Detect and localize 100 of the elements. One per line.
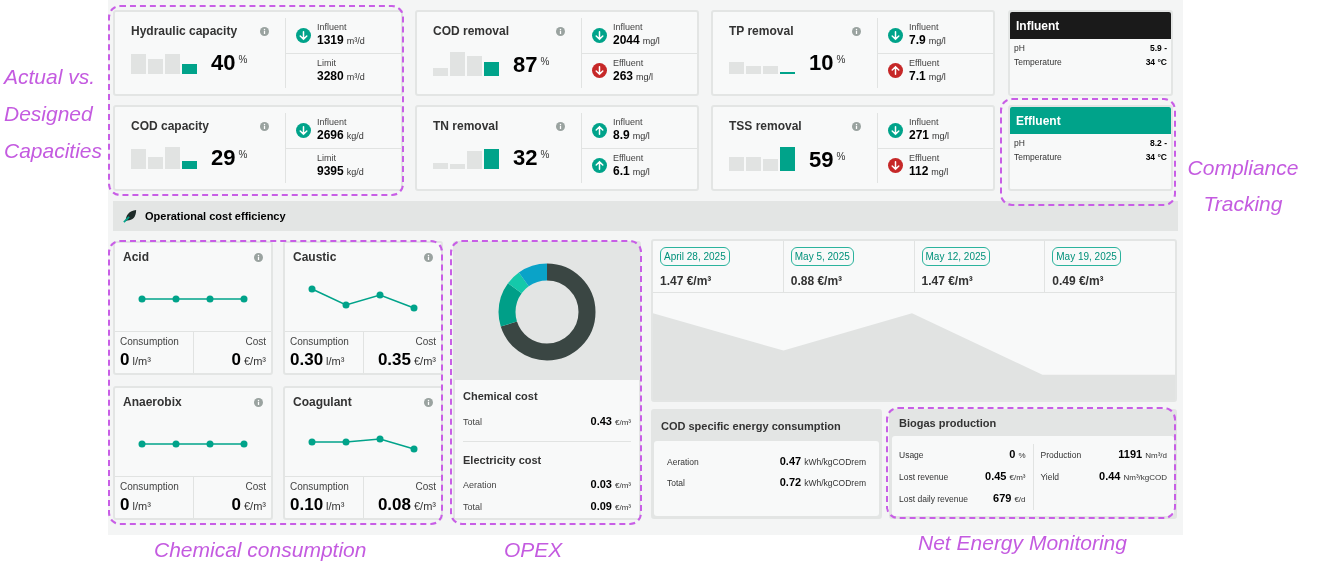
biogas-label: Lost daily revenue	[899, 493, 968, 506]
metric-label: Influent	[317, 117, 348, 129]
metric-value: 271	[909, 128, 930, 144]
metric-value: 1319	[317, 33, 344, 49]
card-title: COD specific energy consumption	[661, 418, 841, 434]
metric-label: Influent	[613, 117, 644, 129]
metric-label: Effluent	[909, 57, 941, 69]
consumption-unit: l/m³	[132, 499, 151, 514]
annotation-label: OPEX	[504, 537, 563, 563]
metric-label: Effluent	[909, 152, 941, 164]
cost-row-value: 0.43	[590, 413, 612, 429]
biogas-value: 0.44	[1099, 469, 1121, 484]
cost-unit: €/m³	[414, 499, 436, 514]
info-icon[interactable]	[260, 26, 269, 36]
metric-unit: m³/d	[346, 71, 365, 84]
parameter-label: pH	[1014, 137, 1025, 150]
metric-label: Limit	[317, 152, 337, 164]
biogas-unit: %	[1018, 450, 1026, 462]
cost-unit: €/m³	[244, 499, 266, 514]
energy-unit: kWh/kgCODrem	[804, 477, 866, 490]
metric-unit: mg/l	[932, 131, 950, 143]
metric-unit: m³/d	[346, 36, 365, 48]
consumption-label: Consumption	[120, 335, 180, 349]
metric-value: 7.9	[909, 33, 926, 49]
metric-unit: mg/l	[632, 166, 650, 179]
cost-row-unit: €/m³	[615, 502, 631, 514]
section-title: Operational cost efficiency	[145, 208, 286, 224]
cost-row-value: 0.09	[590, 499, 612, 514]
cost-unit: €/m³	[414, 354, 436, 369]
biogas-label: Usage	[899, 449, 924, 462]
card-title: Biogas production	[899, 416, 997, 432]
cost-row-unit: €/m³	[615, 416, 631, 429]
percentage-value: 59	[809, 149, 834, 171]
metric-unit: mg/l	[928, 71, 946, 84]
compliance-title: Effluent	[1016, 112, 1061, 130]
info-icon[interactable]	[852, 26, 861, 36]
weekly-cost-value: 1.47 €/m³	[921, 273, 973, 290]
consumption-value: 0	[120, 349, 130, 371]
biogas-unit: Nm³/kgCOD	[1123, 472, 1167, 484]
percentage-value: 10	[809, 52, 834, 74]
percentage-value: 40	[211, 52, 236, 74]
weekly-cost-value: 1.47 €/m³	[660, 273, 712, 290]
bar-chart-drawing	[729, 62, 795, 74]
biogas-label: Lost revenue	[899, 471, 949, 484]
metric-unit: mg/l	[931, 166, 949, 179]
consumption-value: 0.10	[290, 494, 324, 516]
date-badge: May 5, 2025	[790, 247, 854, 266]
biogas-unit: €/m³	[1009, 472, 1026, 484]
cost-value: 0.35	[377, 349, 411, 371]
annotation-label: Compliance Tracking	[1186, 155, 1300, 217]
info-icon[interactable]	[424, 252, 433, 262]
biogas-value: 1191	[1118, 447, 1143, 462]
metric-value: 7.1	[909, 68, 926, 84]
info-icon[interactable]	[260, 121, 269, 131]
percentage-value: 32	[513, 147, 538, 169]
percentage-value: 29	[211, 147, 236, 169]
biogas-label: Production	[1040, 449, 1082, 462]
metric-label: Influent	[613, 22, 644, 34]
info-icon[interactable]	[254, 397, 263, 407]
metric-value: 2044	[613, 33, 640, 49]
card-title: Caustic	[293, 249, 337, 266]
card-title: Acid	[123, 249, 149, 266]
bar-chart-drawing	[433, 149, 499, 169]
info-icon[interactable]	[556, 121, 565, 131]
consumption-unit: l/m³	[132, 354, 151, 369]
biogas-unit: €/d	[1014, 494, 1026, 506]
energy-value: 0.72	[779, 475, 802, 490]
biogas-value: 679	[993, 491, 1012, 506]
metric-label: Limit	[317, 57, 337, 69]
cost-label: Cost	[415, 480, 436, 494]
annotation-label: Net Energy Monitoring	[918, 530, 1127, 556]
energy-value: 0.47	[779, 454, 802, 469]
metric-value: 9395	[317, 163, 344, 179]
cost-value: 0.08	[377, 494, 411, 516]
info-icon[interactable]	[424, 397, 433, 407]
bar-chart-drawing	[433, 52, 499, 76]
percent-unit: %	[540, 148, 550, 162]
consumption-unit: l/m³	[326, 354, 345, 369]
metric-label: Effluent	[613, 57, 645, 69]
cost-label: Cost	[245, 480, 266, 494]
parameter-value: 8.2 -	[1150, 137, 1167, 150]
info-icon[interactable]	[556, 26, 565, 36]
info-icon[interactable]	[852, 121, 861, 131]
percent-unit: %	[836, 53, 846, 67]
cost-group-title: Chemical cost	[463, 389, 539, 404]
cost-value: 0	[231, 349, 241, 371]
info-icon[interactable]	[254, 252, 263, 262]
metric-value: 263	[613, 68, 634, 84]
biogas-value: 0	[1009, 447, 1016, 462]
cost-label: Cost	[245, 335, 266, 349]
consumption-label: Consumption	[290, 335, 350, 349]
consumption-label: Consumption	[290, 480, 350, 494]
parameter-label: pH	[1014, 42, 1025, 55]
cost-row-value: 0.03	[590, 477, 612, 492]
metric-unit: mg/l	[632, 131, 650, 143]
weekly-cost-value: 0.88 €/m³	[790, 273, 843, 290]
cost-row-label: Aeration	[463, 479, 497, 492]
annotation-label: Chemical consumption	[154, 537, 367, 563]
card-title: TSS removal	[729, 118, 802, 135]
metric-value: 3280	[317, 68, 344, 84]
